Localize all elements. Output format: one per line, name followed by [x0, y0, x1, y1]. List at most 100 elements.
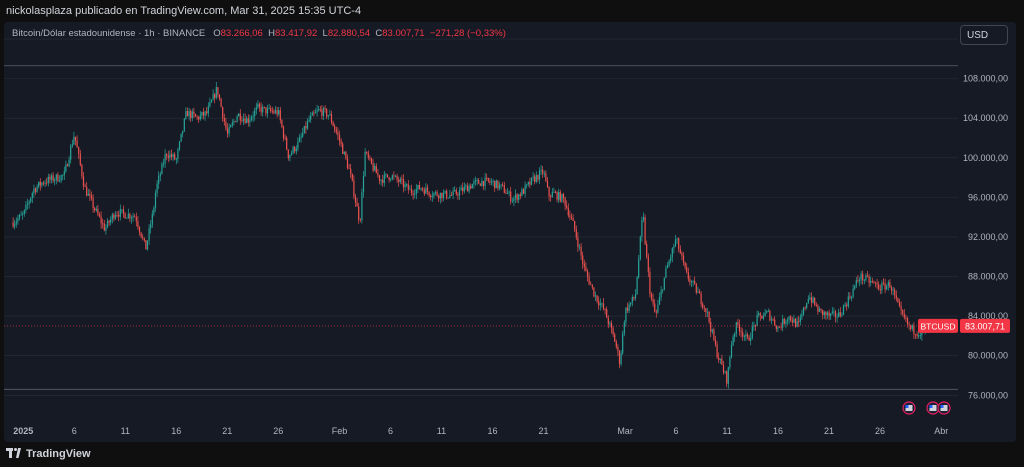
symbol-legend: Bitcoin/Dólar estadounidense · 1h · BINA… [12, 28, 506, 39]
candle-body [457, 194, 459, 196]
candle-body [311, 112, 313, 116]
x-tick-label: 6 [72, 426, 77, 436]
candle-body [255, 107, 257, 111]
candle-body [798, 321, 800, 322]
candle-body [81, 164, 83, 177]
candle-body [777, 326, 779, 329]
candle-body [268, 108, 270, 109]
candle-body [111, 214, 113, 220]
candle-body [642, 217, 645, 220]
candle-body [690, 281, 693, 283]
y-tick-label: 108.000,00 [963, 74, 1008, 84]
candle-body [15, 221, 17, 224]
candle-body [225, 121, 227, 129]
candle-body [44, 182, 46, 184]
candle-body [631, 296, 633, 303]
change-value: −271,28 (−0,33%) [429, 28, 506, 39]
tradingview-logo[interactable]: TradingView [6, 448, 91, 460]
candle-body [588, 276, 590, 284]
currency-button[interactable]: USD [960, 25, 1008, 45]
candle-body [409, 188, 411, 190]
candle-body [719, 358, 721, 360]
candle-body [430, 195, 432, 198]
x-tick-label: 11 [437, 426, 446, 436]
candle-body [814, 297, 816, 305]
candle-body [150, 224, 152, 229]
candle-body [185, 111, 187, 119]
candle-body [812, 297, 814, 303]
candle-body [271, 110, 273, 112]
candle-body [402, 179, 405, 188]
price-chart[interactable]: 76.000,0080.000,0084.000,0088.000,0092.0… [4, 22, 1016, 442]
candle-body [404, 184, 406, 188]
candle-body [791, 320, 793, 323]
candle-body [682, 255, 685, 263]
candle-body [502, 184, 504, 186]
candle-body [487, 178, 489, 182]
candle-body [306, 121, 309, 129]
candle-body [740, 331, 742, 333]
candle-body [41, 182, 43, 186]
candle-body [618, 351, 621, 364]
candle-body [479, 183, 481, 186]
candle-body [249, 119, 251, 123]
candle-body [20, 214, 22, 216]
candle-body [881, 283, 883, 291]
candle-body [50, 175, 53, 180]
candle-body [258, 104, 261, 107]
candle-body [556, 192, 558, 200]
candle-body [454, 190, 456, 191]
candle-body [460, 187, 462, 191]
y-tick-label: 100.000,00 [963, 153, 1008, 163]
candle-body [153, 207, 155, 214]
candle-body [102, 223, 104, 225]
candle-body [73, 136, 75, 145]
candle-body [138, 226, 141, 233]
candle-body [764, 312, 766, 317]
candle-body [46, 182, 48, 184]
candle-body [351, 173, 353, 181]
candle-body [390, 179, 392, 180]
candle-body [895, 295, 897, 299]
candle-body [900, 306, 902, 311]
candle-body [418, 184, 421, 190]
candle-body [566, 205, 568, 208]
candle-body [841, 314, 843, 316]
horizontal-levels [4, 65, 958, 390]
candle-body [882, 283, 885, 284]
candle-body [191, 111, 193, 119]
candle-body [705, 308, 707, 313]
candle-body [718, 357, 720, 360]
chart-panel[interactable]: 76.000,00 80.000,00 84.000,00 88.000,00 92.0… [4, 22, 1016, 442]
candle-body [844, 304, 846, 306]
candle-body [284, 137, 286, 139]
candle-body [431, 196, 433, 198]
candle-body [788, 316, 790, 320]
candle-body [716, 344, 718, 358]
y-tick-label: 76.000,00 [968, 390, 1008, 400]
candle-body [119, 209, 121, 217]
candle-body [324, 108, 326, 110]
candle-body [878, 284, 880, 290]
candle-body [198, 117, 200, 120]
candle-body [518, 194, 520, 201]
candle-body [681, 253, 683, 256]
candle-body [462, 187, 464, 192]
candle-body [650, 293, 653, 299]
candle-body [465, 185, 467, 187]
candle-body [614, 334, 616, 342]
candle-body [558, 192, 560, 200]
candle-body [673, 246, 675, 249]
candle-body [175, 158, 177, 160]
candle-body [708, 311, 710, 323]
candle-body [606, 309, 608, 318]
candle-body [543, 173, 545, 175]
candle-body [727, 367, 729, 384]
candle-body [503, 185, 505, 193]
candle-body [434, 192, 437, 194]
candle-body [356, 202, 358, 207]
candle-body [804, 307, 806, 309]
candle-body [833, 311, 835, 313]
header-bar: nickolasplaza publicado en TradingView.c… [0, 0, 1024, 22]
candle-body [822, 309, 824, 315]
